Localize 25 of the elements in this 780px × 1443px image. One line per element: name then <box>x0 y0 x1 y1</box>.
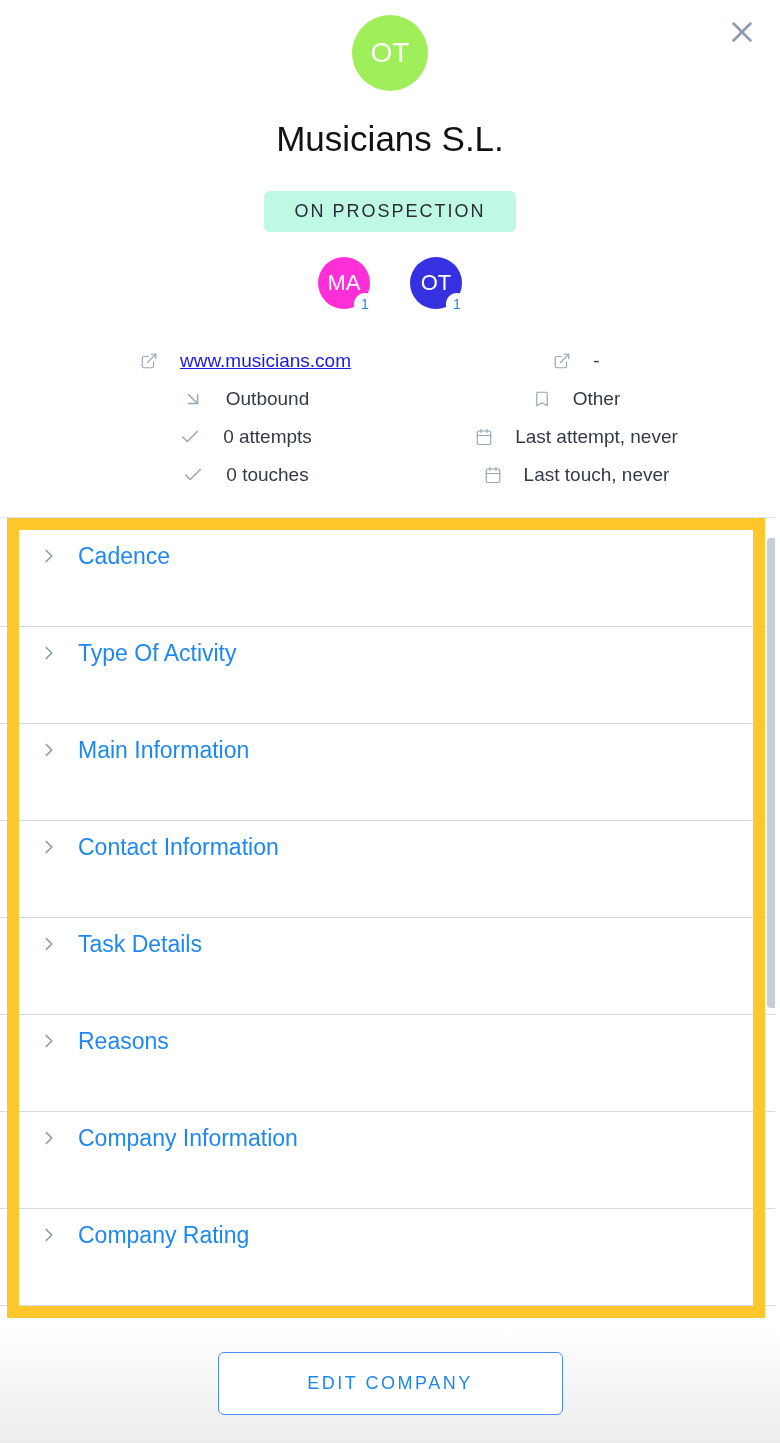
company-name: Musicians S.L. <box>276 118 504 160</box>
info-text: Other <box>572 388 621 410</box>
website-link[interactable]: www.musicians.com <box>179 350 351 372</box>
section-header[interactable]: Type Of Activity <box>78 639 237 667</box>
section-header[interactable]: Contact Information <box>78 833 279 861</box>
info-text: 0 touches <box>226 464 309 486</box>
external-link-icon <box>139 352 158 370</box>
info-text: - <box>593 350 600 372</box>
status-badge: ON PROSPECTION <box>264 191 516 232</box>
info-text: 0 attempts <box>223 426 312 448</box>
calendar-icon <box>475 428 494 446</box>
external-link-icon <box>553 352 572 370</box>
info-text: Last touch, never <box>523 464 670 486</box>
section-header[interactable]: Task Details <box>78 930 202 958</box>
company-avatar: OT <box>352 15 428 91</box>
info-text: Last attempt, never <box>515 426 678 448</box>
section-header[interactable]: Cadence <box>78 542 171 570</box>
info-text: Outbound <box>225 388 310 410</box>
edit-company-button[interactable]: EDIT COMPANY <box>217 1352 563 1415</box>
section-header[interactable]: Company Rating <box>78 1221 250 1249</box>
section-header[interactable]: Reasons <box>78 1027 169 1055</box>
section-header[interactable]: Main Information <box>78 736 250 764</box>
calendar-icon <box>483 466 502 484</box>
section-header[interactable]: Company Information <box>78 1124 298 1152</box>
scrollbar[interactable] <box>767 538 775 1008</box>
